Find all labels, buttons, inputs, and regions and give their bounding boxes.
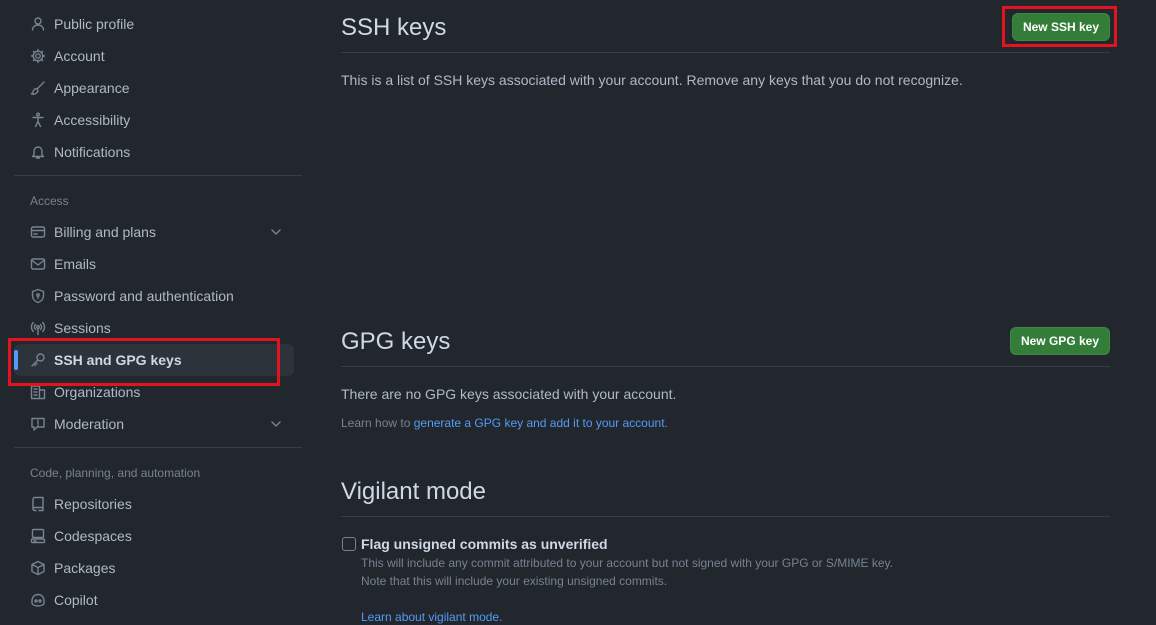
gpg-keys-heading: GPG keys	[341, 328, 451, 355]
section-divider	[341, 516, 1110, 517]
repo-icon	[30, 496, 46, 512]
sidebar-item-public-profile[interactable]: Public profile	[14, 8, 294, 40]
sidebar-item-label: SSH and GPG keys	[54, 352, 182, 368]
sidebar-divider	[14, 447, 302, 448]
sidebar-item-emails[interactable]: Emails	[14, 248, 294, 280]
gpg-learn-suffix: .	[664, 416, 668, 430]
sidebar-item-label: Packages	[54, 560, 116, 576]
sidebar-item-label: Notifications	[54, 144, 131, 160]
organization-icon	[30, 384, 46, 400]
sidebar-item-moderation[interactable]: Moderation	[14, 408, 294, 440]
report-icon	[30, 416, 46, 432]
mail-icon	[30, 256, 46, 272]
sidebar-item-label: Organizations	[54, 384, 141, 400]
bell-icon	[30, 144, 46, 160]
codespaces-icon	[30, 528, 46, 544]
sidebar-section-code: Code, planning, and automation	[30, 466, 201, 480]
sidebar-item-label: Moderation	[54, 416, 125, 432]
chevron-down-icon[interactable]	[268, 224, 284, 240]
vigilant-note-line2: Note that this will include your existin…	[361, 574, 668, 588]
learn-vigilant-mode-link[interactable]: Learn about vigilant mode	[361, 610, 499, 624]
vigilant-mode-heading: Vigilant mode	[341, 478, 486, 505]
broadcast-icon	[30, 320, 46, 336]
package-icon	[30, 560, 46, 576]
gpg-empty-message: There are no GPG keys associated with yo…	[341, 386, 677, 402]
generate-gpg-key-link[interactable]: generate a GPG key and add it to your ac…	[414, 416, 665, 430]
sidebar-item-codespaces[interactable]: Codespaces	[14, 520, 294, 552]
accessibility-icon	[30, 112, 46, 128]
sidebar-item-password-auth[interactable]: Password and authentication	[14, 280, 294, 312]
vigilant-learn-suffix: .	[499, 610, 503, 624]
section-divider	[341, 52, 1110, 53]
sidebar-item-label: Repositories	[54, 496, 132, 512]
sidebar-divider	[14, 175, 302, 176]
sidebar-item-label: Sessions	[54, 320, 111, 336]
sidebar-item-label: Copilot	[54, 592, 98, 608]
sidebar-item-label: Emails	[54, 256, 97, 272]
gear-icon	[30, 48, 46, 64]
person-icon	[30, 16, 46, 32]
sidebar-item-label: Public profile	[54, 16, 135, 32]
vigilant-learn-text: Learn about vigilant mode.	[361, 610, 502, 624]
sidebar-item-accessibility[interactable]: Accessibility	[14, 104, 294, 136]
sidebar-item-copilot[interactable]: Copilot	[14, 584, 294, 616]
sidebar-item-label: Accessibility	[54, 112, 131, 128]
new-gpg-key-button[interactable]: New GPG key	[1010, 327, 1110, 355]
chevron-down-icon[interactable]	[268, 416, 284, 432]
settings-sidebar: Public profile Account Appearance Access…	[14, 0, 302, 625]
flag-unsigned-commits-checkbox[interactable]	[342, 537, 356, 551]
gpg-learn-prefix: Learn how to	[341, 416, 414, 430]
sidebar-item-packages[interactable]: Packages	[14, 552, 294, 584]
new-ssh-key-button[interactable]: New SSH key	[1012, 13, 1110, 41]
main-content: SSH keys New SSH key This is a list of S…	[341, 0, 1110, 625]
sidebar-item-account[interactable]: Account	[14, 40, 294, 72]
sidebar-item-label: Billing and plans	[54, 224, 156, 240]
credit-card-icon	[30, 224, 46, 240]
gpg-learn-text: Learn how to generate a GPG key and add …	[341, 416, 668, 430]
sidebar-item-label: Password and authentication	[54, 288, 234, 304]
shield-lock-icon	[30, 288, 46, 304]
ssh-keys-heading: SSH keys	[341, 14, 447, 41]
sidebar-item-label: Appearance	[54, 80, 130, 96]
ssh-keys-description: This is a list of SSH keys associated wi…	[341, 72, 963, 88]
sidebar-item-appearance[interactable]: Appearance	[14, 72, 294, 104]
sidebar-item-label: Account	[54, 48, 105, 64]
sidebar-item-notifications[interactable]: Notifications	[14, 136, 294, 168]
paintbrush-icon	[30, 80, 46, 96]
key-icon	[30, 352, 46, 368]
section-divider	[341, 366, 1110, 367]
sidebar-item-billing[interactable]: Billing and plans	[14, 216, 294, 248]
sidebar-item-organizations[interactable]: Organizations	[14, 376, 294, 408]
sidebar-section-access: Access	[30, 194, 69, 208]
copilot-icon	[30, 592, 46, 608]
sidebar-item-repositories[interactable]: Repositories	[14, 488, 294, 520]
flag-unsigned-commits-label[interactable]: Flag unsigned commits as unverified	[361, 536, 608, 552]
sidebar-item-label: Codespaces	[54, 528, 132, 544]
vigilant-note-line1: This will include any commit attributed …	[361, 556, 894, 570]
sidebar-item-ssh-gpg-keys[interactable]: SSH and GPG keys	[14, 344, 294, 376]
sidebar-item-sessions[interactable]: Sessions	[14, 312, 294, 344]
